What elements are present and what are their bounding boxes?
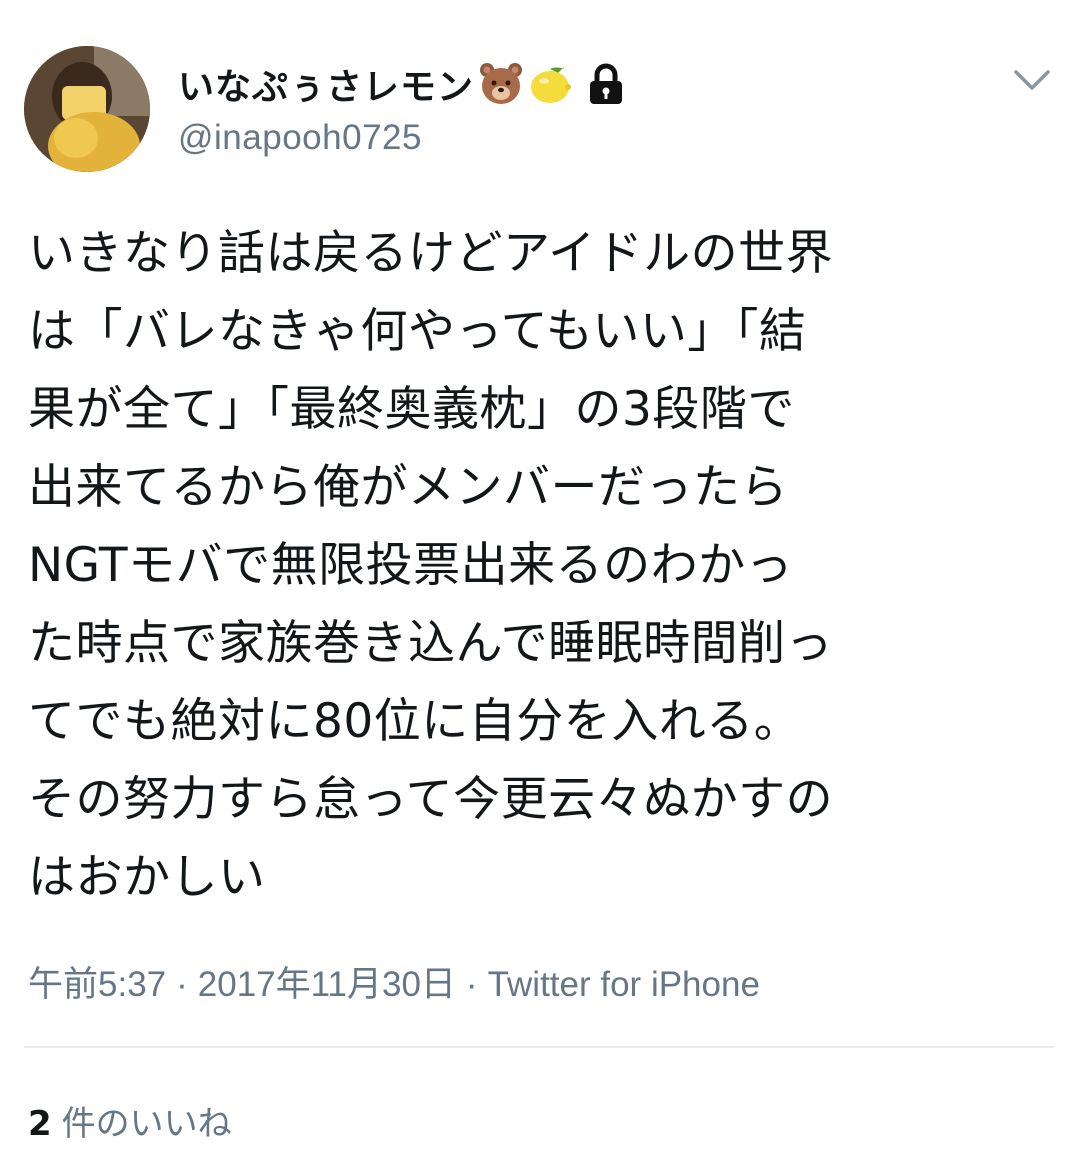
chevron-down-icon — [1014, 70, 1050, 90]
bear-face-emoji-icon — [478, 61, 524, 107]
likes-count-link[interactable]: 2 件のいいね — [28, 1096, 232, 1145]
avatar-image — [24, 46, 150, 172]
display-name-row: いなぷぅさレモン — [178, 58, 626, 110]
display-name[interactable]: いなぷぅさレモン — [178, 58, 474, 110]
divider — [24, 1046, 1054, 1048]
likes-label: 件のいいね — [61, 1104, 232, 1144]
meta-separator: · — [465, 965, 478, 1004]
meta-separator: · — [176, 965, 188, 1004]
tweet-text: いきなり話は戻るけどアイドルの世界 は「バレなきゃ何やってもいい」「結 果が全て… — [28, 226, 834, 905]
tweet-date[interactable]: 2017年11月30日 — [198, 965, 456, 1004]
lock-icon — [586, 62, 626, 106]
tweet-meta: 午前5:37 · 2017年11月30日 · Twitter for iPhone — [28, 956, 760, 1007]
tweet-time[interactable]: 午前5:37 — [28, 965, 166, 1004]
tweet-detail: いなぷぅさレモン @inapooh0725 いきなり話は戻るけどアイドルの世界 … — [0, 0, 1080, 1168]
likes-count: 2 — [28, 1104, 52, 1144]
user-names: いなぷぅさレモン @inapooh0725 — [178, 58, 626, 158]
user-handle[interactable]: @inapooh0725 — [178, 118, 626, 158]
user-avatar[interactable] — [24, 46, 150, 172]
lemon-emoji-icon — [528, 61, 574, 107]
tweet-options-button[interactable] — [1010, 60, 1054, 100]
tweet-source[interactable]: Twitter for iPhone — [488, 965, 760, 1004]
